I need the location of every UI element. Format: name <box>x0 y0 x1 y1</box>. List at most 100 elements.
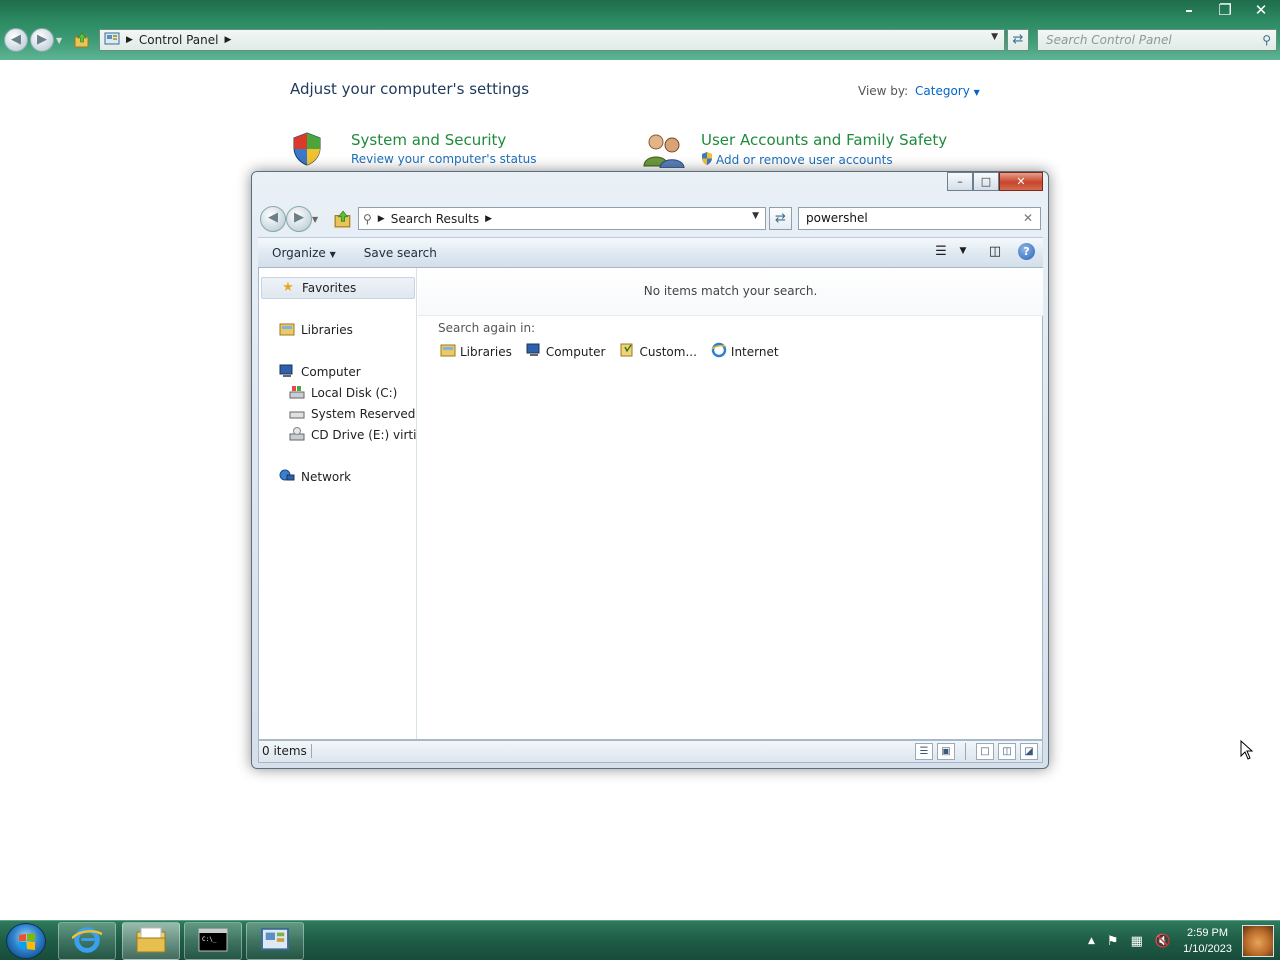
clock[interactable]: 2:59 PM 1/10/2023 <box>1183 925 1232 957</box>
network-icon[interactable]: ▦ <box>1131 934 1143 949</box>
close-button[interactable]: ✕ <box>999 172 1043 191</box>
navigation-pane: ★ Favorites Libraries Computer Local Dis… <box>259 268 417 739</box>
nav-label: Computer <box>301 365 361 379</box>
layout-3-icon[interactable]: ◪ <box>1020 743 1038 760</box>
option-label: Computer <box>545 344 606 359</box>
nav-item-computer[interactable]: Computer <box>279 364 361 380</box>
details-view-icon[interactable]: ☰ <box>915 743 933 760</box>
start-button[interactable] <box>6 923 46 959</box>
taskbar-control-panel[interactable] <box>246 922 304 960</box>
search-again-internet[interactable]: Internet <box>711 342 779 361</box>
refresh-button[interactable]: ⇄ <box>769 207 792 230</box>
internet-explorer-icon <box>71 925 103 958</box>
layout-2-icon[interactable]: ◫ <box>998 743 1016 760</box>
search-again-custom[interactable]: Custom... <box>619 342 697 361</box>
up-folder-icon[interactable] <box>334 210 352 228</box>
search-icon[interactable]: ⚲ <box>1262 30 1271 50</box>
control-panel-address-bar[interactable]: ▶ Control Panel ▶ ▼ <box>99 29 1005 51</box>
nav-item-network[interactable]: Network <box>279 469 351 485</box>
maximize-button[interactable]: □ <box>973 172 999 191</box>
breadcrumb-control-panel[interactable]: Control Panel <box>139 33 219 47</box>
help-icon[interactable]: ? <box>1018 242 1035 260</box>
breadcrumb-arrow-icon[interactable]: ▶ <box>485 214 492 224</box>
nav-label: Favorites <box>302 281 357 295</box>
forward-button[interactable]: ▶ <box>30 28 54 52</box>
item-count: 0 items <box>262 744 312 758</box>
notification-area: ▲ ⚑ ▦ 🔇 2:59 PM 1/10/2023 <box>1088 921 1232 960</box>
status-bar: 0 items ☰ ▣ □ ◫ ◪ <box>258 740 1043 763</box>
star-icon: ★ <box>282 280 294 295</box>
minimize-button[interactable]: – <box>1176 0 1202 20</box>
chevron-down-icon: ▼ <box>329 249 336 259</box>
nav-item-libraries[interactable]: Libraries <box>279 322 353 338</box>
recent-pages-dropdown[interactable]: ▼ <box>312 215 322 224</box>
preview-pane-icon[interactable]: ◫ <box>986 242 1004 260</box>
up-folder-icon[interactable] <box>74 32 90 48</box>
breadcrumb-arrow-icon[interactable]: ▶ <box>225 35 232 45</box>
control-panel-search-input[interactable]: Search Control Panel ⚲ <box>1037 29 1277 51</box>
search-results-window: – □ ✕ ◀ ▶ ▼ ⚲ ▶ Search Results ▶ ▼ ⇄ pow… <box>251 171 1049 769</box>
folder-icon <box>135 926 167 957</box>
close-button[interactable]: ✕ <box>1248 0 1274 20</box>
review-status-link[interactable]: Review your computer's status <box>351 152 537 166</box>
search-placeholder: Search Control Panel <box>1046 33 1172 47</box>
control-panel-nav-buttons: ◀ ▶ ▼ <box>4 28 90 52</box>
uac-shield-icon <box>701 152 713 168</box>
computer-icon <box>279 364 295 380</box>
change-view-icon[interactable]: ☰ <box>932 242 950 260</box>
forward-button[interactable]: ▶ <box>286 206 312 232</box>
user-accounts-link[interactable]: User Accounts and Family Safety <box>701 131 947 149</box>
nav-item-local-disk[interactable]: Local Disk (C:) <box>289 385 397 401</box>
explorer-address-bar[interactable]: ⚲ ▶ Search Results ▶ ▼ <box>358 207 766 230</box>
mouse-cursor-icon <box>1240 739 1254 760</box>
nav-label: CD Drive (E:) virtio-v <box>311 428 417 442</box>
explorer-search-input[interactable]: powershel ✕ <box>798 207 1041 230</box>
search-again-libraries[interactable]: Libraries <box>440 342 512 361</box>
view-by-dropdown[interactable]: Category ▼ <box>915 84 980 98</box>
taskbar-command-prompt[interactable]: C:\_ <box>184 922 242 960</box>
control-panel-icon <box>260 927 290 956</box>
nav-item-cd-drive[interactable]: CD Drive (E:) virtio-v <box>289 427 417 443</box>
taskbar-windows-explorer[interactable] <box>122 922 180 960</box>
search-again-options: Libraries Computer Custom... Internet <box>440 342 779 361</box>
chevron-down-icon: ▼ <box>973 88 980 97</box>
address-history-dropdown-icon[interactable]: ▼ <box>991 32 998 42</box>
user-accounts-icon <box>642 132 686 169</box>
address-history-dropdown-icon[interactable]: ▼ <box>752 211 759 221</box>
drive-icon <box>289 406 305 422</box>
back-button[interactable]: ◀ <box>260 206 286 232</box>
back-button[interactable]: ◀ <box>4 28 28 52</box>
organize-button[interactable]: Organize ▼ <box>258 246 350 260</box>
avatar[interactable] <box>1242 925 1274 957</box>
restore-button[interactable]: ❐ <box>1212 0 1238 20</box>
layout-1-icon[interactable]: □ <box>976 743 994 760</box>
chevron-down-icon[interactable]: ▼ <box>954 242 972 260</box>
clock-date: 1/10/2023 <box>1183 943 1232 955</box>
option-label: Custom... <box>639 344 697 359</box>
refresh-button[interactable]: ⇄ <box>1007 29 1029 51</box>
explorer-caption-buttons: – □ ✕ <box>947 172 1043 191</box>
show-hidden-icons-icon[interactable]: ▲ <box>1088 936 1095 946</box>
search-again-computer[interactable]: Computer <box>526 342 606 361</box>
nav-item-system-reserved[interactable]: System Reserved (D: <box>289 406 416 422</box>
clear-search-icon[interactable]: ✕ <box>1023 208 1033 229</box>
add-remove-users-link[interactable]: Add or remove user accounts <box>716 153 893 167</box>
local-disk-icon <box>289 385 305 401</box>
option-label: Libraries <box>460 344 512 359</box>
search-query: powershel <box>806 211 868 225</box>
add-remove-users-row[interactable]: Add or remove user accounts <box>701 152 893 168</box>
nav-item-favorites[interactable]: ★ Favorites <box>261 277 415 299</box>
svg-text:C:\_: C:\_ <box>202 936 217 943</box>
explorer-body: ★ Favorites Libraries Computer Local Dis… <box>258 268 1043 740</box>
minimize-button[interactable]: – <box>947 172 973 191</box>
search-again-label: Search again in: <box>438 321 536 335</box>
system-security-link[interactable]: System and Security <box>351 131 506 149</box>
recent-pages-dropdown[interactable]: ▼ <box>56 36 66 45</box>
thumbnail-view-icon[interactable]: ▣ <box>937 743 955 760</box>
view-by-label: View by: <box>858 84 909 98</box>
save-search-button[interactable]: Save search <box>350 246 451 260</box>
breadcrumb-search-results[interactable]: Search Results <box>391 212 479 226</box>
volume-muted-icon[interactable]: 🔇 <box>1155 934 1171 949</box>
taskbar-internet-explorer[interactable] <box>58 922 116 960</box>
action-center-flag-icon[interactable]: ⚑ <box>1107 934 1119 949</box>
